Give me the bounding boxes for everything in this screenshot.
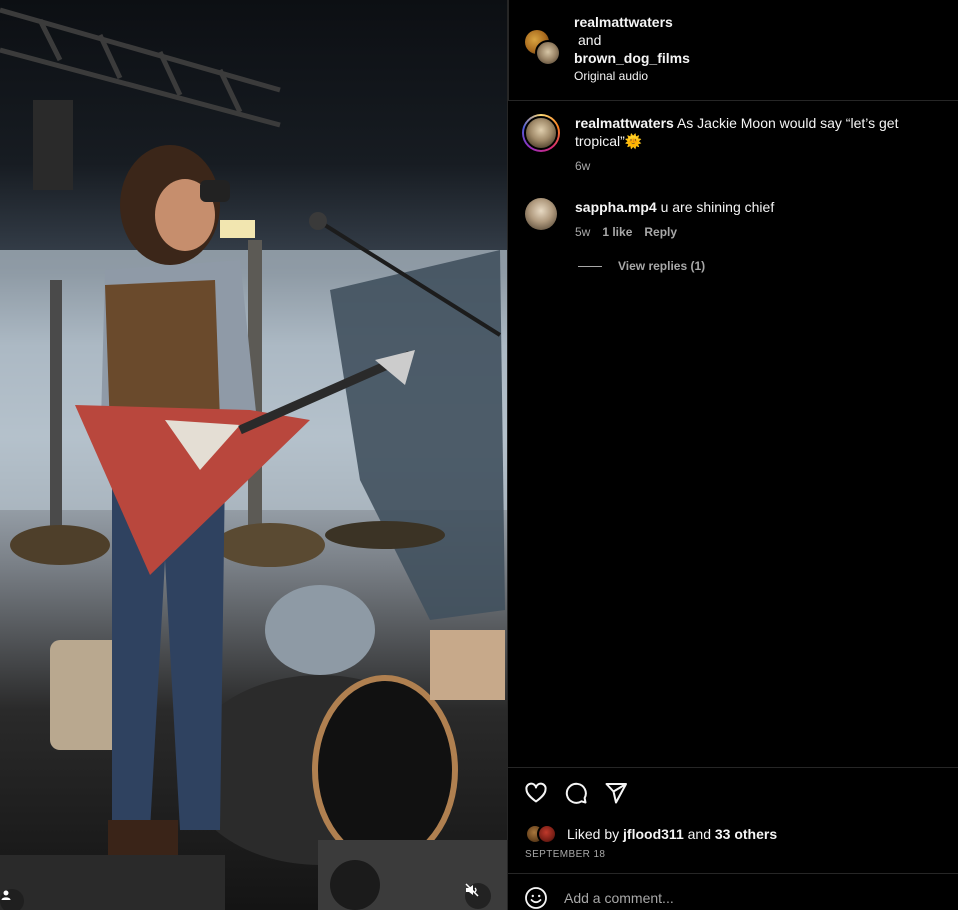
speaker-muted-icon [465, 883, 479, 897]
divider [508, 767, 958, 768]
divider [508, 873, 958, 874]
comment-age[interactable]: 5w [575, 223, 590, 241]
avatar[interactable] [522, 114, 560, 152]
comment-username[interactable]: realmattwaters [575, 115, 674, 131]
tagged-users-button[interactable] [0, 889, 24, 910]
header-text: realmattwaters and brown_dog_films Origi… [574, 13, 690, 85]
action-bar [524, 781, 628, 805]
user-icon [1, 890, 11, 900]
view-replies-button[interactable]: View replies (1) [578, 259, 705, 273]
heart-icon [525, 782, 547, 803]
post-media[interactable] [0, 0, 507, 910]
comment-text: u are shining chief [660, 199, 775, 215]
comment-button[interactable] [564, 781, 588, 805]
audio-link[interactable]: Original audio [574, 67, 690, 85]
concert-photo [0, 7, 507, 910]
share-button[interactable] [604, 781, 628, 805]
and-text: and [578, 32, 602, 48]
comment-icon [565, 782, 587, 804]
likes-summary[interactable]: Liked by jflood311 and 33 others [525, 824, 777, 844]
collab-avatars[interactable] [525, 30, 561, 66]
mute-toggle-button[interactable] [465, 883, 491, 909]
liked-by-prefix: Liked by [567, 826, 620, 842]
avatar[interactable] [525, 198, 557, 230]
comment-likes[interactable]: 1 like [602, 223, 632, 241]
comment-age[interactable]: 6w [575, 157, 590, 175]
like-button[interactable] [524, 781, 548, 805]
author-username[interactable]: realmattwaters [574, 13, 690, 31]
post-side-panel: realmattwaters and brown_dog_films Origi… [507, 0, 958, 910]
liked-others[interactable]: 33 others [715, 826, 777, 842]
send-icon [605, 783, 627, 804]
liker-avatars [525, 824, 565, 844]
liker-username[interactable]: jflood311 [623, 826, 684, 842]
post-date[interactable]: SEPTEMBER 18 [525, 849, 605, 860]
liked-and: and [687, 826, 711, 842]
add-comment-bar [524, 886, 904, 910]
post-header: realmattwaters and brown_dog_films Origi… [508, 0, 958, 101]
comment-input[interactable] [564, 890, 904, 906]
view-replies-label: View replies (1) [618, 259, 706, 273]
comment-username[interactable]: sappha.mp4 [575, 199, 657, 215]
emoji-icon[interactable] [524, 886, 548, 910]
reply-button[interactable]: Reply [644, 223, 677, 241]
divider [578, 265, 602, 267]
collaborator-username[interactable]: brown_dog_films [574, 49, 690, 67]
avatar[interactable] [535, 40, 561, 66]
avatar [537, 824, 557, 844]
